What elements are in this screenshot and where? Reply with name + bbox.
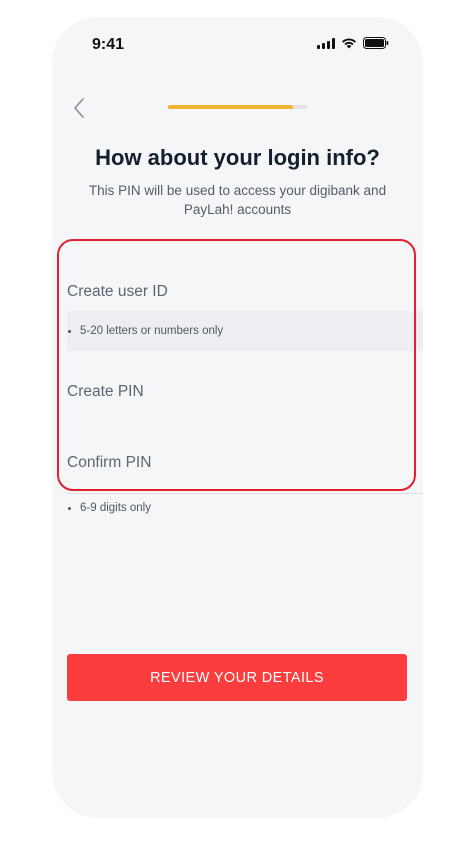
page-subtitle: This PIN will be used to access your dig… (88, 183, 387, 217)
signal-icon (317, 38, 335, 49)
back-button[interactable] (70, 96, 90, 120)
pin-hint-text: 6-9 digits only (80, 502, 151, 514)
chevron-left-icon (74, 98, 84, 118)
wifi-icon (341, 37, 357, 49)
status-bar: 9:41 (52, 17, 423, 73)
status-time: 9:41 (92, 36, 125, 53)
create-pin-input[interactable] (67, 351, 423, 423)
progress-fill (168, 105, 294, 109)
bullet-icon (68, 329, 71, 333)
progress-bar (168, 105, 307, 109)
pin-hint: 6-9 digits only (67, 502, 423, 514)
battery-icon (363, 37, 389, 49)
page-title: How about your login info? (95, 145, 380, 170)
confirm-pin-input[interactable] (67, 422, 423, 494)
confirm-pin-field[interactable] (67, 422, 423, 494)
review-details-button[interactable]: REVIEW YOUR DETAILS (67, 654, 407, 701)
bullet-icon (68, 506, 71, 510)
user-id-hint-text: 5-20 letters or numbers only (80, 325, 224, 337)
status-icons (317, 37, 389, 49)
phone-screen: 9:41 How about your login info? This PIN… (52, 17, 423, 818)
create-pin-field[interactable] (67, 351, 423, 423)
user-id-hint: 5-20 letters or numbers only (67, 311, 423, 351)
